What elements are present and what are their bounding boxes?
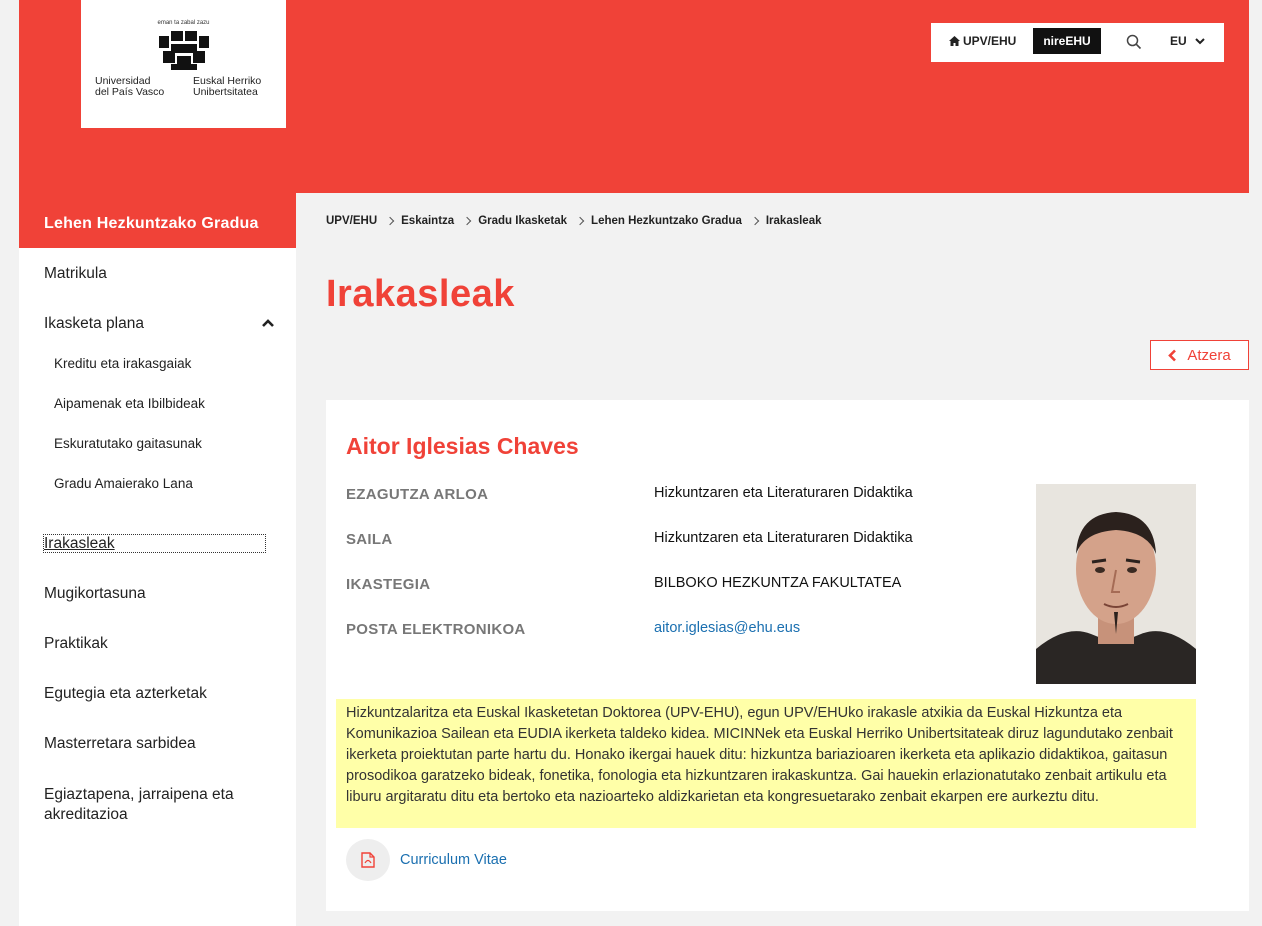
cv-link-label: Curriculum Vitae [400,852,507,868]
biography-text: Hizkuntzalaritza eta Euskal Ikasketetan … [336,699,1196,828]
back-button[interactable]: Atzera [1150,340,1249,370]
breadcrumb-item[interactable]: UPV/EHU [326,215,377,227]
nire-ehu-button[interactable]: nireEHU [1033,28,1101,54]
sidebar-nav: Lehen Hezkuntzako Gradua Matrikula Ikask… [19,193,296,926]
top-toolbar: UPV/EHU nireEHU EU [931,23,1224,62]
chevron-right-icon [750,216,760,226]
chevron-right-icon [575,216,585,226]
breadcrumb: UPV/EHU Eskaintza Gradu Ikasketak Lehen … [326,215,822,227]
sidebar-item-egiaztapena[interactable]: Egiaztapena, jarraipena eta akreditazioa [44,785,274,825]
person-portrait-icon [1036,484,1196,684]
language-selector[interactable]: EU [1170,34,1205,48]
logo-eu-line2: Unibertsitatea [193,86,258,98]
field-value-ikastegia: BILBOKO HEZKUNTZA FAKULTATEA [654,575,902,591]
sidebar-item-praktikak[interactable]: Praktikak [44,635,108,653]
sidebar-item-matrikula[interactable]: Matrikula [44,265,107,283]
home-icon [949,36,960,46]
upv-ehu-home-link[interactable]: UPV/EHU [949,34,1016,48]
chevron-left-icon [1168,349,1177,361]
back-button-label: Atzera [1187,346,1231,364]
field-label-ezagutza-arloa: EZAGUTZA ARLOA [346,486,489,503]
home-link-label: UPV/EHU [963,34,1017,48]
search-icon[interactable] [1126,34,1142,50]
site-header: eman ta zabal zazu Universidad del País … [19,0,1249,193]
sidebar-item-mugikortasuna[interactable]: Mugikortasuna [44,585,146,603]
person-name: Aitor Iglesias Chaves [346,433,579,459]
sidebar-item-irakasleak[interactable]: Irakasleak [43,534,266,553]
sidebar-title[interactable]: Lehen Hezkuntzako Gradua [19,193,296,248]
cv-download-link[interactable]: Curriculum Vitae [346,839,507,881]
sidebar-subitem-gaitasunak[interactable]: Eskuratutako gaitasunak [54,436,202,451]
profile-card: Aitor Iglesias Chaves EZAGUTZA ARLOA Hiz… [326,400,1249,911]
sidebar-item-ikasketa-plana[interactable]: Ikasketa plana [44,315,144,333]
email-link[interactable]: aitor.iglesias@ehu.eus [654,620,800,636]
breadcrumb-item[interactable]: Eskaintza [401,215,454,227]
breadcrumb-current: Irakasleak [765,215,822,227]
language-label: EU [1170,34,1187,48]
cv-icon-circle [346,839,390,881]
pdf-file-icon [361,852,375,868]
chevron-right-icon [385,216,395,226]
profile-photo [1036,484,1196,684]
sidebar-subitem-aipamenak[interactable]: Aipamenak eta Ibilbideak [54,396,205,411]
breadcrumb-item[interactable]: Lehen Hezkuntzako Gradua [591,215,742,227]
sidebar-subitem-gradu-amaierako-lana[interactable]: Gradu Amaierako Lana [54,476,193,491]
logo-text-es: Universidad del País Vasco [95,76,175,98]
field-label-posta: POSTA ELEKTRONIKOA [346,621,526,638]
field-value-ezagutza-arloa: Hizkuntzaren eta Literaturaren Didaktika [654,485,913,501]
main-content: UPV/EHU Eskaintza Gradu Ikasketak Lehen … [296,193,1262,926]
sidebar-item-masterretara[interactable]: Masterretara sarbidea [44,735,196,753]
breadcrumb-item[interactable]: Gradu Ikasketak [478,215,567,227]
university-logo[interactable]: eman ta zabal zazu Universidad del País … [81,0,286,128]
chevron-up-icon[interactable] [261,318,275,328]
page-title: Irakasleak [326,273,515,315]
sidebar-subitem-kreditu[interactable]: Kreditu eta irakasgaiak [54,356,191,371]
chevron-right-icon [462,216,472,226]
logo-es-line2: del País Vasco [95,86,165,98]
field-label-ikastegia: IKASTEGIA [346,576,431,593]
sidebar-item-egutegia[interactable]: Egutegia eta azterketak [44,685,207,703]
logo-text-eu: Euskal Herriko Unibertsitatea [193,76,283,98]
logo-emblem-icon [159,31,209,70]
field-value-saila: Hizkuntzaren eta Literaturaren Didaktika [654,530,913,546]
chevron-down-icon [1194,37,1205,44]
field-label-saila: SAILA [346,531,393,548]
